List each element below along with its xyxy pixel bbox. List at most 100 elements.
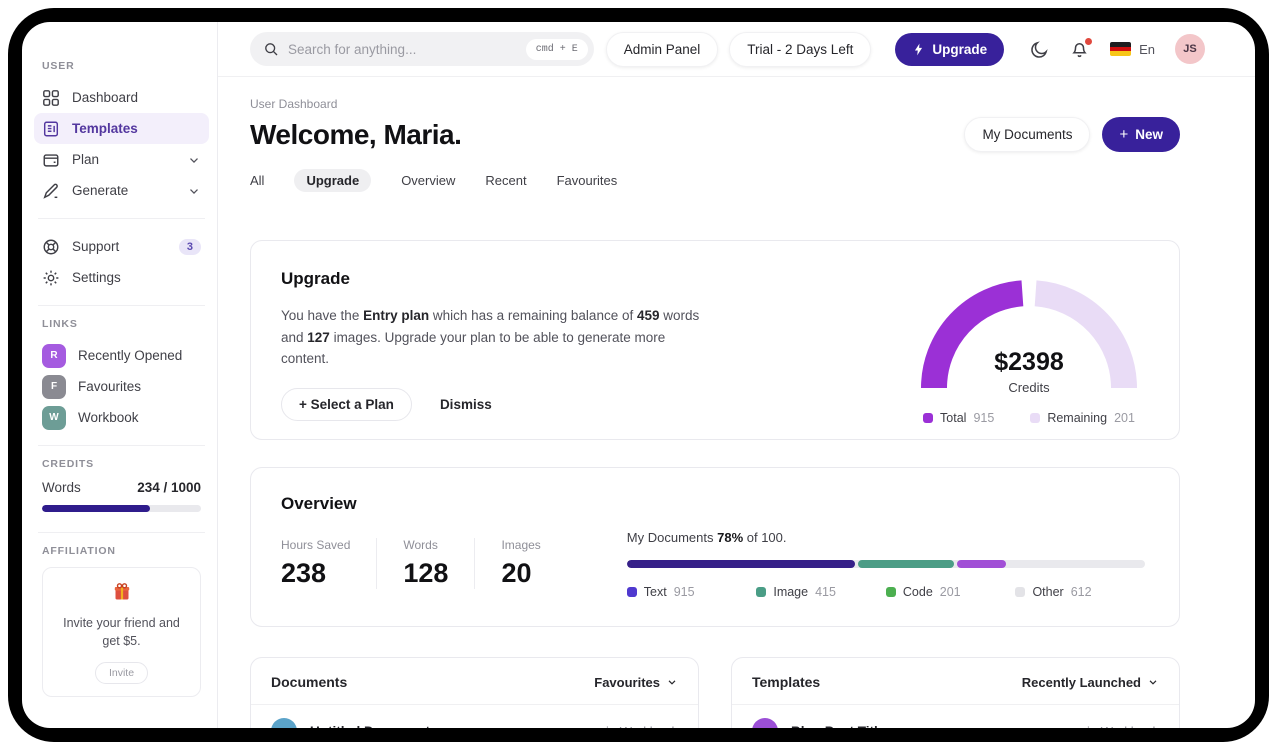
gift-icon <box>114 583 129 600</box>
bar-segment-code <box>956 560 1006 568</box>
new-button[interactable]: + New <box>1102 117 1180 152</box>
sidebar-item-settings[interactable]: Settings <box>34 262 209 293</box>
document-row[interactable]: Untitled Document in Workbook <box>251 705 698 728</box>
chevron-down-icon <box>190 188 198 194</box>
upgrade-button-label: Upgrade <box>932 41 988 57</box>
upgrade-card: Upgrade You have the Entry plan which ha… <box>250 240 1180 440</box>
tab-recent[interactable]: Recent <box>485 173 526 188</box>
tab-all[interactable]: All <box>250 173 264 188</box>
notification-dot <box>1085 37 1093 45</box>
sidebar-item-generate[interactable]: Generate <box>34 175 209 206</box>
tab-bar: All Upgrade Overview Recent Favourites <box>250 169 1180 192</box>
sidebar-item-label: Templates <box>72 121 138 136</box>
chevron-down-icon <box>190 157 198 163</box>
gear-icon <box>43 270 59 285</box>
upgrade-card-actions: + Select a Plan Dismiss <box>281 387 711 421</box>
page-title: Welcome, Maria. <box>250 118 462 150</box>
notifications-button[interactable] <box>1070 37 1093 59</box>
document-title: Untitled Document <box>310 724 430 729</box>
breadcrumb: User Dashboard <box>250 97 338 111</box>
overview-stats: Hours Saved 238 Words 128 Images 20 <box>281 538 567 589</box>
sidebar: USER Dashboard Templates Plan Generate S… <box>22 22 218 728</box>
german-flag-icon <box>1110 42 1132 56</box>
templates-filter-dropdown[interactable]: Recently Launched <box>1022 675 1159 690</box>
sidebar-link-workbook[interactable]: W Workbook <box>34 402 209 433</box>
sidebar-link-favourites[interactable]: F Favourites <box>34 371 209 402</box>
credits-value: 234 / 1000 <box>137 480 201 495</box>
tab-overview[interactable]: Overview <box>401 173 455 188</box>
gauge-center: $2398 Credits <box>913 348 1145 395</box>
search-input[interactable] <box>288 41 517 57</box>
title-actions: My Documents + New <box>964 117 1180 152</box>
overview-card: Overview Hours Saved 238 Words 128 Image… <box>250 467 1180 627</box>
pencil-icon <box>43 183 58 199</box>
tab-upgrade[interactable]: Upgrade <box>294 169 372 192</box>
stat-hours-saved: Hours Saved 238 <box>281 538 351 588</box>
gauge-label: Credits <box>1008 380 1050 395</box>
documents-filter-dropdown[interactable]: Favourites <box>594 675 678 690</box>
legend-item-total: Total 915 <box>923 411 994 425</box>
legend-item-text: Text 915 <box>626 585 757 599</box>
sidebar-item-dashboard[interactable]: Dashboard <box>34 82 209 113</box>
sidebar-item-plan[interactable]: Plan <box>34 144 209 175</box>
credits-progress-fill <box>42 505 151 512</box>
templates-card-header: Templates Recently Launched <box>732 658 1179 705</box>
search-icon <box>265 43 278 56</box>
sidebar-section-links: LINKS <box>42 318 78 330</box>
admin-panel-button[interactable]: Admin Panel <box>605 31 719 67</box>
credits-type-label: Words <box>42 480 81 495</box>
plus-icon: + <box>1119 126 1129 143</box>
sidebar-item-label: Settings <box>72 270 121 285</box>
sidebar-item-label: Generate <box>72 183 129 198</box>
sidebar-section-user: USER <box>42 60 75 72</box>
template-title: Blog Post Title <box>791 724 885 729</box>
user-avatar[interactable]: JS <box>1175 34 1205 64</box>
sidebar-item-label: Recently Opened <box>78 348 183 363</box>
sidebar-divider <box>38 305 205 306</box>
sidebar-item-label: Workbook <box>78 410 139 425</box>
templates-card: Templates Recently Launched Blog Post Ti… <box>731 657 1180 728</box>
sidebar-item-label: Plan <box>72 152 100 167</box>
template-avatar <box>752 718 778 728</box>
lifebuoy-icon <box>43 239 59 254</box>
bar-segment-text <box>626 560 855 568</box>
legend-item-remaining: Remaining 201 <box>1030 411 1135 425</box>
document-avatar <box>271 718 297 728</box>
sidebar-divider <box>38 445 205 446</box>
overview-card-left: Overview Hours Saved 238 Words 128 Image… <box>281 494 567 626</box>
link-avatar: R <box>42 343 66 368</box>
upgrade-button[interactable]: Upgrade <box>895 32 1005 66</box>
dashboard-grid-icon <box>43 89 59 106</box>
select-plan-button[interactable]: + Select a Plan <box>281 387 412 421</box>
search-bar[interactable]: cmd + E <box>250 32 594 66</box>
my-documents-button[interactable]: My Documents <box>964 117 1091 152</box>
stacked-progress-bar <box>626 560 1145 568</box>
legend-swatch <box>756 587 767 597</box>
invite-button[interactable]: Invite <box>94 662 149 684</box>
sidebar-link-recently-opened[interactable]: R Recently Opened <box>34 340 209 371</box>
sidebar-item-label: Dashboard <box>72 90 139 105</box>
sidebar-item-support[interactable]: Support 3 <box>34 231 209 262</box>
chevron-down-icon <box>668 680 676 685</box>
upgrade-card-body: You have the Entry plan which has a rema… <box>281 308 700 367</box>
page-content: User Dashboard Welcome, Maria. My Docume… <box>218 77 1255 728</box>
legend-item-image: Image 415 <box>756 585 886 599</box>
dismiss-button[interactable]: Dismiss <box>440 397 492 412</box>
template-location: in Workbook <box>1087 724 1159 729</box>
template-row[interactable]: Blog Post Title in Workbook <box>732 705 1179 728</box>
wallet-icon <box>43 153 59 167</box>
sidebar-item-label: Favourites <box>78 379 142 394</box>
sidebar-item-templates[interactable]: Templates <box>34 113 209 144</box>
progress-legend: Text 915 Image 415 Code 201 Other 612 <box>626 585 1145 599</box>
dark-mode-toggle[interactable] <box>1030 40 1049 59</box>
credits-gauge: $2398 Credits Total 915 Remaining 201 <box>913 269 1145 439</box>
tab-favourites[interactable]: Favourites <box>557 173 618 188</box>
upgrade-card-left: Upgrade You have the Entry plan which ha… <box>281 269 711 439</box>
bottom-row: Documents Favourites Untitled Document i… <box>250 657 1180 728</box>
topbar: cmd + E Admin Panel Trial - 2 Days Left … <box>218 22 1255 77</box>
language-selector[interactable]: En <box>1110 42 1155 57</box>
sidebar-section-affiliation: AFFILIATION <box>42 545 116 557</box>
templates-icon <box>43 121 59 136</box>
documents-progress: My Documents 78% of 100. Text 915 Image … <box>626 494 1145 626</box>
trial-status-button[interactable]: Trial - 2 Days Left <box>729 31 872 67</box>
